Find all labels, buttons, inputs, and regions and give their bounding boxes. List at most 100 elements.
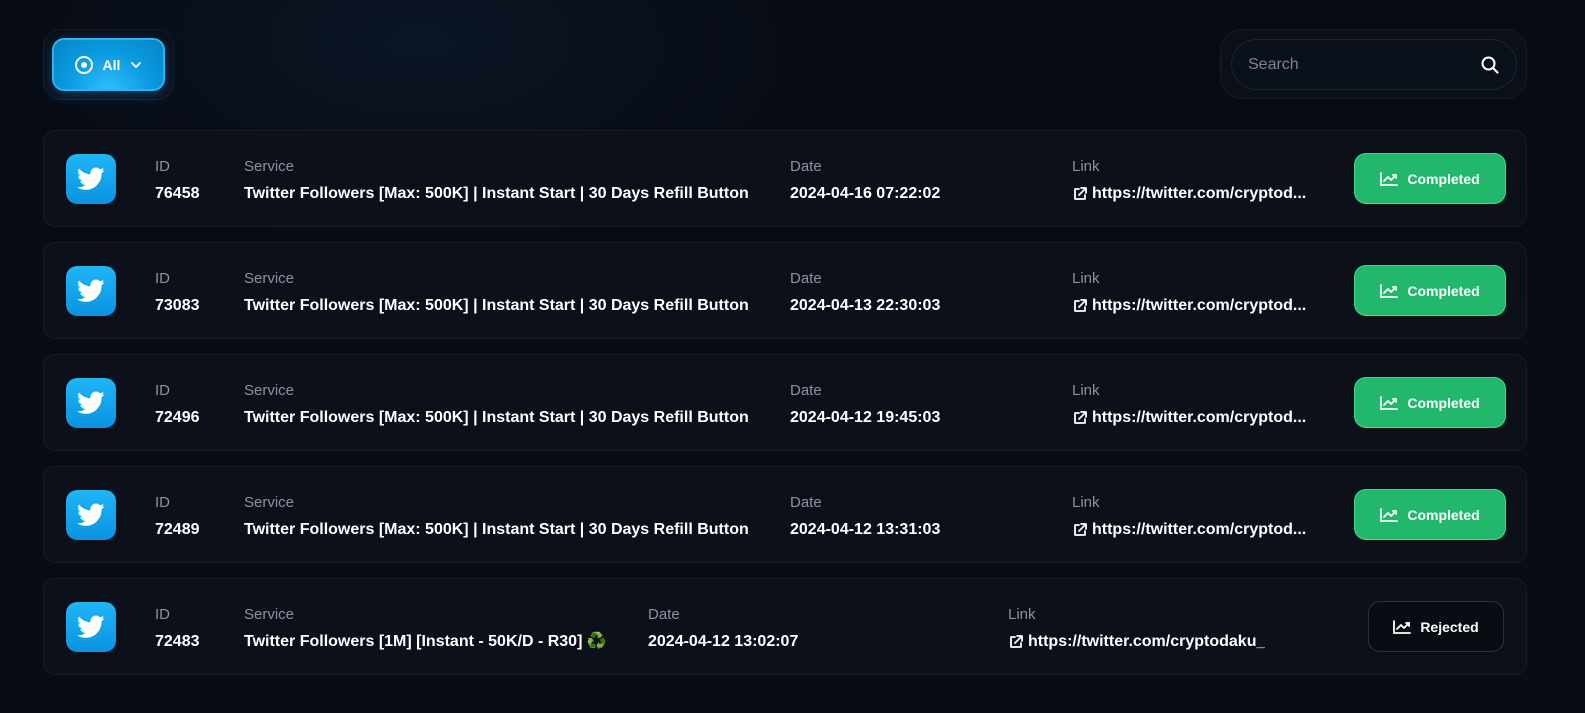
trend-chart-icon bbox=[1380, 507, 1399, 522]
link-text: https://twitter.com/cryptod... bbox=[1092, 185, 1307, 202]
twitter-icon bbox=[66, 490, 116, 540]
service-label: Service bbox=[244, 382, 295, 399]
search-icon[interactable] bbox=[1480, 55, 1500, 75]
status-completed-button[interactable]: Completed bbox=[1354, 153, 1506, 204]
radio-icon bbox=[74, 55, 93, 74]
service-col: Service Twitter Followers [Max: 500K] | … bbox=[244, 493, 749, 541]
order-id: 72489 bbox=[155, 521, 200, 538]
date-label: Date bbox=[790, 270, 822, 287]
link-label: Link bbox=[1072, 158, 1100, 175]
link-text: https://twitter.com/cryptod... bbox=[1092, 521, 1307, 538]
order-row: ID 72483 Service Twitter Followers [1M] … bbox=[43, 578, 1527, 675]
id-label: ID bbox=[155, 158, 170, 175]
link-label: Link bbox=[1072, 270, 1100, 287]
link-col: Link https://twitter.com/cryptod... bbox=[1072, 381, 1317, 429]
service-name: Twitter Followers [Max: 500K] | Instant … bbox=[244, 297, 749, 314]
order-id: 72496 bbox=[155, 409, 200, 426]
twitter-icon bbox=[66, 602, 116, 652]
status-completed-button[interactable]: Completed bbox=[1354, 377, 1506, 428]
service-col: Service Twitter Followers [Max: 500K] | … bbox=[244, 269, 749, 317]
order-id: 73083 bbox=[155, 297, 200, 314]
twitter-icon bbox=[66, 378, 116, 428]
id-label: ID bbox=[155, 494, 170, 511]
order-id-col: ID 73083 bbox=[155, 269, 200, 317]
link-text: https://twitter.com/cryptod... bbox=[1092, 297, 1307, 314]
id-label: ID bbox=[155, 382, 170, 399]
service-label: Service bbox=[244, 158, 295, 175]
order-link[interactable]: https://twitter.com/cryptod... bbox=[1072, 519, 1317, 541]
search-input[interactable] bbox=[1248, 55, 1480, 74]
service-name: Twitter Followers [Max: 500K] | Instant … bbox=[244, 185, 749, 202]
search-box bbox=[1231, 39, 1517, 90]
order-id: 72483 bbox=[155, 633, 200, 650]
date-col: Date 2024-04-13 22:30:03 bbox=[790, 269, 940, 317]
trend-chart-icon bbox=[1393, 619, 1412, 634]
status-rejected-button[interactable]: Rejected bbox=[1368, 601, 1504, 652]
link-text: https://twitter.com/cryptodaku_ bbox=[1028, 633, 1266, 650]
status-completed-button[interactable]: Completed bbox=[1354, 489, 1506, 540]
status-completed-button[interactable]: Completed bbox=[1354, 265, 1506, 316]
link-text: https://twitter.com/cryptod... bbox=[1092, 409, 1307, 426]
filter-label: All bbox=[102, 56, 121, 73]
order-row: ID 76458 Service Twitter Followers [Max:… bbox=[43, 130, 1527, 227]
status-filter-dropdown[interactable]: All bbox=[52, 38, 165, 91]
order-id: 76458 bbox=[155, 185, 200, 202]
link-col: Link https://twitter.com/cryptod... bbox=[1072, 493, 1317, 541]
date-col: Date 2024-04-16 07:22:02 bbox=[790, 157, 940, 205]
trend-chart-icon bbox=[1380, 395, 1399, 410]
order-row: ID 72496 Service Twitter Followers [Max:… bbox=[43, 354, 1527, 451]
search-container bbox=[1220, 29, 1527, 99]
trend-chart-icon bbox=[1380, 171, 1399, 186]
date-label: Date bbox=[648, 606, 680, 623]
status-label: Completed bbox=[1407, 506, 1480, 523]
service-col: Service Twitter Followers [Max: 500K] | … bbox=[244, 157, 749, 205]
external-link-icon bbox=[1010, 635, 1023, 648]
order-date: 2024-04-16 07:22:02 bbox=[790, 185, 941, 202]
order-id-col: ID 72496 bbox=[155, 381, 200, 429]
status-label: Completed bbox=[1407, 394, 1480, 411]
date-col: Date 2024-04-12 19:45:03 bbox=[790, 381, 940, 429]
date-label: Date bbox=[790, 382, 822, 399]
link-label: Link bbox=[1072, 494, 1100, 511]
date-col: Date 2024-04-12 13:31:03 bbox=[790, 493, 940, 541]
service-name: Twitter Followers [Max: 500K] | Instant … bbox=[244, 521, 749, 538]
id-label: ID bbox=[155, 606, 170, 623]
order-link[interactable]: https://twitter.com/cryptod... bbox=[1072, 407, 1317, 429]
link-label: Link bbox=[1072, 382, 1100, 399]
order-link[interactable]: https://twitter.com/cryptodaku_ bbox=[1008, 631, 1308, 653]
id-label: ID bbox=[155, 270, 170, 287]
filter-container: All bbox=[43, 29, 174, 100]
status-label: Completed bbox=[1407, 170, 1480, 187]
service-col: Service Twitter Followers [1M] [Instant … bbox=[244, 605, 607, 653]
order-link[interactable]: https://twitter.com/cryptod... bbox=[1072, 295, 1317, 317]
service-label: Service bbox=[244, 606, 295, 623]
date-label: Date bbox=[790, 158, 822, 175]
twitter-icon bbox=[66, 266, 116, 316]
chevron-down-icon bbox=[130, 59, 142, 71]
service-col: Service Twitter Followers [Max: 500K] | … bbox=[244, 381, 749, 429]
trend-chart-icon bbox=[1380, 283, 1399, 298]
link-label: Link bbox=[1008, 606, 1036, 623]
link-col: Link https://twitter.com/cryptodaku_ bbox=[1008, 605, 1308, 653]
link-col: Link https://twitter.com/cryptod... bbox=[1072, 157, 1317, 205]
status-label: Rejected bbox=[1420, 618, 1479, 635]
link-col: Link https://twitter.com/cryptod... bbox=[1072, 269, 1317, 317]
external-link-icon bbox=[1074, 299, 1087, 312]
external-link-icon bbox=[1074, 187, 1087, 200]
order-date: 2024-04-13 22:30:03 bbox=[790, 297, 941, 314]
service-name: Twitter Followers [1M] [Instant - 50K/D … bbox=[244, 633, 607, 650]
service-label: Service bbox=[244, 494, 295, 511]
order-date: 2024-04-12 13:31:03 bbox=[790, 521, 941, 538]
order-row: ID 73083 Service Twitter Followers [Max:… bbox=[43, 242, 1527, 339]
twitter-icon bbox=[66, 154, 116, 204]
orders-list: ID 76458 Service Twitter Followers [Max:… bbox=[43, 130, 1527, 690]
date-label: Date bbox=[790, 494, 822, 511]
service-name: Twitter Followers [Max: 500K] | Instant … bbox=[244, 409, 749, 426]
order-date: 2024-04-12 19:45:03 bbox=[790, 409, 941, 426]
order-link[interactable]: https://twitter.com/cryptod... bbox=[1072, 183, 1317, 205]
order-id-col: ID 72483 bbox=[155, 605, 200, 653]
service-label: Service bbox=[244, 270, 295, 287]
order-id-col: ID 72489 bbox=[155, 493, 200, 541]
order-id-col: ID 76458 bbox=[155, 157, 200, 205]
order-row: ID 72489 Service Twitter Followers [Max:… bbox=[43, 466, 1527, 563]
